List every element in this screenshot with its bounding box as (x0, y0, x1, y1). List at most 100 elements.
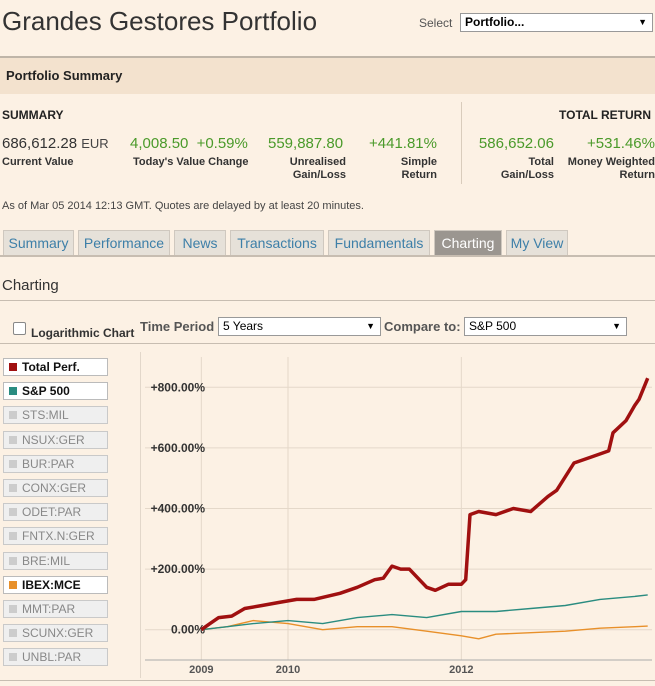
current-value: 686,612.28 EUR (2, 135, 109, 152)
legend-swatch (9, 629, 17, 638)
log-chart-checkbox[interactable] (13, 322, 26, 335)
legend-swatch (9, 459, 17, 468)
y-tick-label: +400.00% (151, 502, 206, 516)
legend-item-bre-mil[interactable]: BRE:MIL (3, 551, 108, 570)
legend-swatch (9, 435, 17, 444)
controls-divider (0, 343, 655, 344)
legend-item-fntx-n-ger[interactable]: FNTX.N:GER (3, 527, 108, 546)
tab-news[interactable]: News (174, 230, 226, 255)
simple-return: +441.81% (369, 135, 437, 152)
legend-label: S&P 500 (22, 384, 70, 399)
legend-swatch (9, 605, 17, 613)
legend-swatch (9, 508, 17, 517)
legend-item-conx-ger[interactable]: CONX:GER (3, 479, 108, 497)
tab-performance[interactable]: Performance (78, 230, 170, 255)
quote-timestamp: As of Mar 05 2014 12:13 GMT. Quotes are … (2, 200, 364, 212)
total-gain: 586,652.06 (478, 135, 554, 152)
total-gain-label-line1: Total (528, 156, 554, 168)
unrealised-label-line2: Gain/Loss (292, 169, 346, 181)
legend-item-unbl-par[interactable]: UNBL:PAR (3, 648, 108, 667)
money-weighted-label: Money Weighted Return (568, 156, 655, 182)
legend-label: CONX:GER (22, 481, 87, 495)
y-tick-label: +200.00% (151, 562, 206, 576)
legend-swatch (9, 532, 17, 541)
total-gain-label-line2: Gain/Loss (500, 169, 554, 181)
todays-change: 4,008.50 +0.59% (130, 135, 248, 152)
legend-label: ODET:PAR (22, 505, 82, 520)
legend-label: IBEX:MCE (22, 577, 81, 592)
legend-item-odet-par[interactable]: ODET:PAR (3, 503, 108, 522)
legend-item-total-perf-[interactable]: Total Perf. (3, 358, 108, 376)
legend-label: Total Perf. (22, 360, 80, 374)
time-period-label: Time Period (140, 319, 215, 334)
tab-my-view[interactable]: My View (506, 230, 568, 255)
charting-heading: Charting (2, 277, 59, 294)
time-period-value: 5 Years (223, 319, 264, 333)
x-tick-label: 2010 (276, 664, 300, 676)
current-value-amount: 686,612.28 (2, 135, 78, 152)
performance-chart: 2009 2010 2012 0.00% +200.00% +400.00% +600.00… (140, 352, 655, 678)
portfolio-select-label: Select (419, 16, 453, 30)
page-title: Grandes Gestores Portfolio (2, 6, 318, 36)
legend-swatch (9, 363, 17, 371)
chevron-down-icon: ▼ (612, 321, 621, 331)
compare-value: S&P 500 (469, 319, 517, 333)
money-weighted-label-line2: Return (619, 169, 655, 181)
todays-change-label: Today's Value Change (133, 156, 249, 168)
compare-label: Compare to: (384, 319, 461, 334)
tab-summary[interactable]: Summary (3, 230, 74, 255)
section-title: Portfolio Summary (6, 68, 123, 83)
legend-swatch (9, 387, 17, 396)
charting-divider (0, 300, 655, 301)
money-weighted-label-line1: Money Weighted (567, 156, 655, 168)
legend-item-s-p-500[interactable]: S&P 500 (3, 382, 108, 401)
y-tick-label: +600.00% (151, 441, 206, 455)
x-tick-label: 2012 (449, 664, 473, 676)
tab-charting[interactable]: Charting (434, 230, 502, 255)
total-return-heading: TOTAL RETURN (559, 108, 651, 122)
legend-label: BUR:PAR (22, 456, 75, 471)
log-chart-label: Logarithmic Chart (31, 326, 135, 340)
money-weighted-return: +531.46% (587, 135, 655, 152)
summary-divider (461, 102, 462, 184)
todays-change-pct: +0.59% (196, 135, 248, 152)
summary-heading: SUMMARY (2, 108, 64, 122)
current-value-label: Current Value (2, 156, 74, 168)
simple-return-label-line1: Simple (400, 156, 437, 168)
legend-swatch (9, 411, 17, 420)
portfolio-select[interactable]: Portfolio... ▼ (460, 13, 653, 32)
tab-transactions[interactable]: Transactions (230, 230, 324, 255)
legend-label: BRE:MIL (22, 553, 71, 568)
legend-item-nsux-ger[interactable]: NSUX:GER (3, 430, 108, 449)
portfolio-summary-bar: Portfolio Summary (0, 56, 655, 94)
unrealised-label-line1: Unrealised (289, 156, 346, 168)
legend-swatch (9, 484, 17, 492)
chevron-down-icon: ▼ (638, 17, 647, 27)
simple-return-label: Simple Return (401, 156, 437, 182)
legend-label: MMT:PAR (22, 602, 76, 616)
legend-swatch (9, 653, 17, 662)
legend-item-ibex-mce[interactable]: IBEX:MCE (3, 575, 108, 594)
portfolio-select-value: Portfolio... (465, 15, 525, 29)
unrealised-gain: 559,887.80 (268, 135, 344, 152)
tab-fundamentals[interactable]: Fundamentals (328, 230, 430, 255)
simple-return-label-line2: Return (401, 169, 437, 181)
legend-label: FNTX.N:GER (22, 529, 95, 544)
compare-select[interactable]: S&P 500 ▼ (464, 317, 627, 336)
y-tick-label: 0.00% (171, 623, 205, 637)
legend-label: NSUX:GER (22, 432, 85, 447)
legend-item-bur-par[interactable]: BUR:PAR (3, 454, 108, 473)
x-tick-label: 2009 (189, 664, 213, 676)
chart-background (140, 352, 655, 678)
currency: EUR (81, 136, 109, 151)
legend-label: SCUNX:GER (22, 626, 94, 641)
legend-item-scunx-ger[interactable]: SCUNX:GER (3, 624, 108, 643)
todays-change-amount: 4,008.50 (130, 135, 189, 152)
legend-item-sts-mil[interactable]: STS:MIL (3, 406, 108, 425)
chevron-down-icon: ▼ (366, 321, 375, 331)
time-period-select[interactable]: 5 Years ▼ (218, 317, 381, 336)
total-gain-label: Total Gain/Loss (501, 156, 554, 182)
legend-swatch (9, 556, 17, 565)
legend-item-mmt-par[interactable]: MMT:PAR (3, 600, 108, 618)
unrealised-label: Unrealised Gain/Loss (290, 156, 346, 182)
